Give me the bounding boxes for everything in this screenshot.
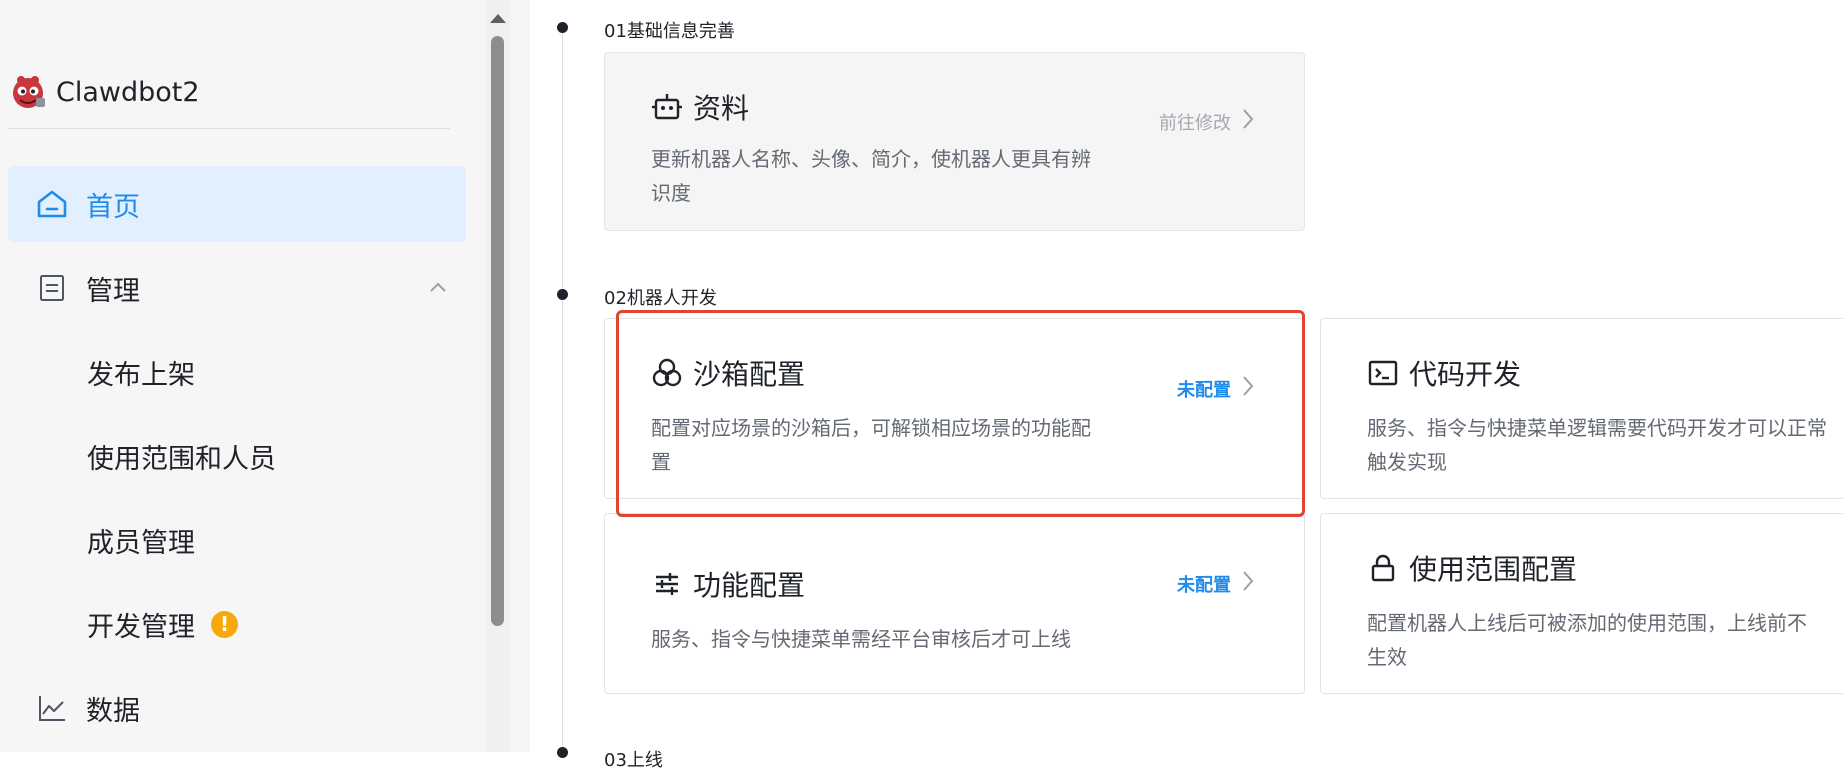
card-title: 功能配置 [693,569,806,602]
sliders-icon [651,568,683,600]
timeline-dot [557,22,568,33]
nav-label: 成员管理 [87,527,195,559]
nav-item-home[interactable]: 首页 [8,166,466,242]
timeline-line [562,28,563,752]
nav-item-member-management[interactable]: 成员管理 [8,502,466,578]
edit-link[interactable]: 前往修改 [1159,108,1255,135]
chevron-right-icon [1241,375,1255,402]
card-description: 服务、指令与快捷菜单逻辑需要代码开发才可以正常 触发实现 [1367,411,1843,479]
scroll-up-arrow-icon[interactable] [490,14,506,23]
card-title: 代码开发 [1409,358,1522,391]
chart-icon [35,691,69,725]
section-title: 01基础信息完善 [604,21,735,42]
home-icon [35,187,69,221]
terminal-icon [1367,357,1399,389]
card-title: 资料 [693,92,750,125]
card-function-config[interactable]: 功能配置 未配置 服务、指令与快捷菜单需经平台审核后才可上线 [604,513,1305,694]
nav-item-management[interactable]: 管理 [8,250,466,326]
desc-line: 配置机器人上线后可被添加的使用范围，上线前不 [1367,611,1807,635]
card-description: 配置机器人上线后可被添加的使用范围，上线前不 生效 [1367,606,1843,674]
section-title: 02机器人开发 [604,288,717,309]
card-description: 更新机器人名称、头像、简介，使机器人更具有辨 识度 [651,142,1131,210]
nav-label: 数据 [86,695,140,727]
card-title: 沙箱配置 [693,358,806,391]
nav-label: 使用范围和人员 [87,443,276,475]
desc-line: 置 [651,450,671,474]
nav-item-data[interactable]: 数据 [8,670,466,746]
nav-item-scope-members[interactable]: 使用范围和人员 [8,418,466,494]
card-code-development[interactable]: 代码开发 服务、指令与快捷菜单逻辑需要代码开发才可以正常 触发实现 [1320,318,1843,499]
desc-line: 触发实现 [1367,450,1447,474]
section-title: 03上线 [604,750,663,771]
card-title: 使用范围配置 [1409,553,1578,586]
chevron-right-icon [1241,570,1255,597]
robot-icon [651,91,683,123]
nav-item-publish[interactable]: 发布上架 [8,334,466,410]
desc-line: 服务、指令与快捷菜单逻辑需要代码开发才可以正常 [1367,416,1827,440]
sidebar: Clawdbot2 首页 管理 发布上架 使用范围和人员 成员管理 开发管理 !… [0,0,486,752]
sandbox-icon [651,357,683,389]
nav-label: 首页 [86,191,140,223]
card-usage-scope-config[interactable]: 使用范围配置 配置机器人上线后可被添加的使用范围，上线前不 生效 [1320,513,1843,694]
nav-label: 管理 [86,275,140,307]
sidebar-scrollbar-thumb[interactable] [491,36,504,626]
timeline-dot [557,747,568,758]
card-description: 服务、指令与快捷菜单需经平台审核后才可上线 [651,622,1211,656]
desc-line: 更新机器人名称、头像、简介，使机器人更具有辨 [651,147,1091,171]
app-name: Clawdbot2 [56,76,200,108]
lock-icon [1367,552,1399,584]
not-configured-link[interactable]: 未配置 [1177,570,1255,597]
desc-line: 服务、指令与快捷菜单需经平台审核后才可上线 [651,627,1071,651]
divider [8,128,450,129]
desc-line: 配置对应场景的沙箱后，可解锁相应场景的功能配 [651,416,1091,440]
nav-item-dev-management[interactable]: 开发管理 ! [8,586,466,662]
desc-line: 生效 [1367,645,1407,669]
content-gutter [510,0,530,752]
card-profile[interactable]: 资料 前往修改 更新机器人名称、头像、简介，使机器人更具有辨 识度 [604,52,1305,231]
timeline-dot [557,289,568,300]
chevron-right-icon [1241,108,1255,135]
bot-avatar-icon [8,72,48,112]
action-label: 前往修改 [1159,112,1231,134]
action-label: 未配置 [1177,379,1231,401]
app-brand[interactable]: Clawdbot2 [8,72,200,112]
not-configured-link[interactable]: 未配置 [1177,375,1255,402]
desc-line: 识度 [651,181,691,205]
action-label: 未配置 [1177,574,1231,596]
nav-label: 发布上架 [87,359,195,391]
management-icon [35,271,69,305]
warning-badge: ! [211,610,238,638]
card-description: 配置对应场景的沙箱后，可解锁相应场景的功能配 置 [651,411,1131,479]
nav-label: 开发管理 [87,611,195,643]
chevron-up-icon[interactable] [428,278,448,298]
card-sandbox-config[interactable]: 沙箱配置 未配置 配置对应场景的沙箱后，可解锁相应场景的功能配 置 [604,318,1305,499]
